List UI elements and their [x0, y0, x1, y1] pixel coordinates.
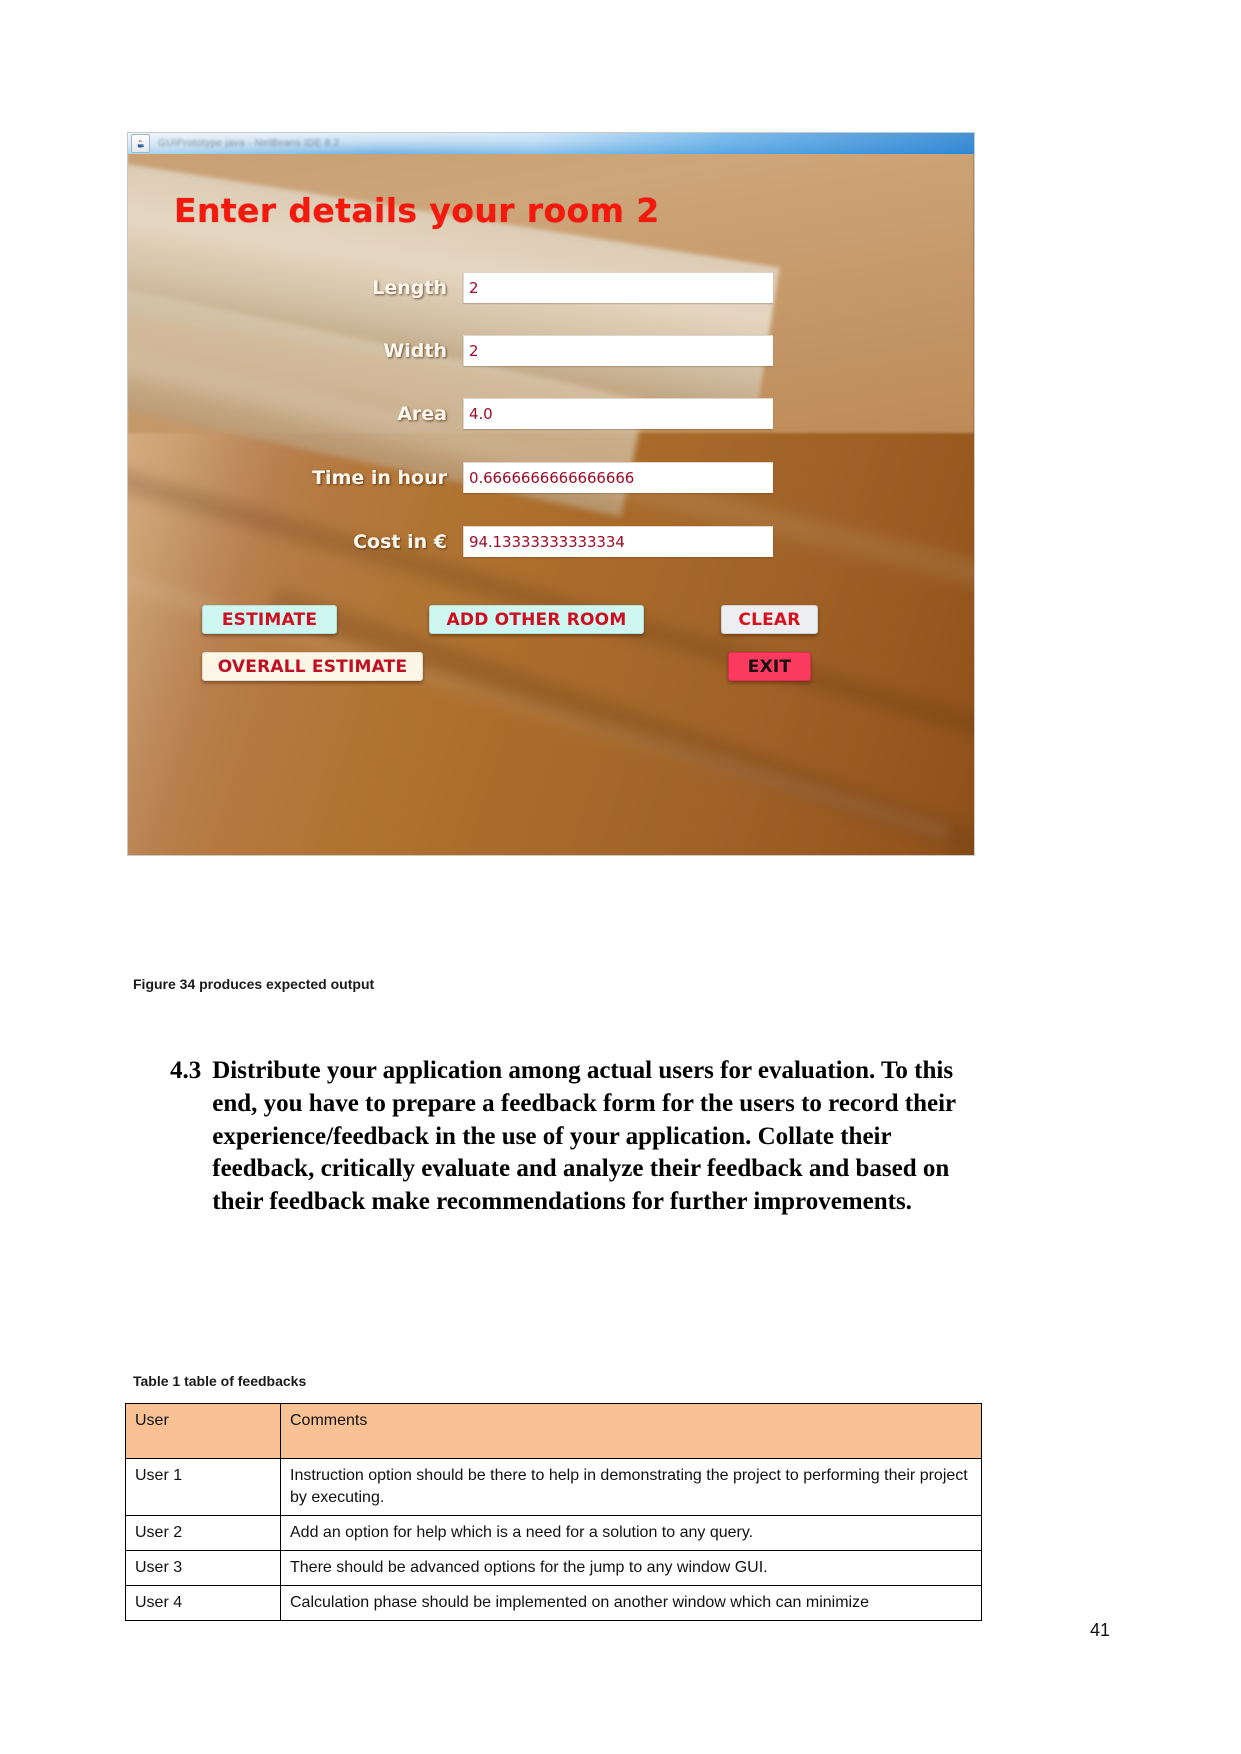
- section-4-3: 4.3 Distribute your application among ac…: [170, 1055, 980, 1219]
- form-row-width: Width 2: [158, 334, 773, 367]
- length-input[interactable]: 2: [463, 272, 773, 303]
- overall-estimate-button[interactable]: OVERALL ESTIMATE: [202, 652, 423, 681]
- table-row: User 1 Instruction option should be ther…: [125, 1457, 982, 1517]
- table-row: User 3 There should be advanced options …: [125, 1550, 982, 1587]
- clear-button[interactable]: CLEAR: [721, 605, 818, 634]
- field-label-cost-in-euro: Cost in €: [353, 530, 447, 553]
- cell-user: User 4: [125, 1585, 281, 1622]
- add-other-room-button[interactable]: ADD OTHER ROOM: [429, 605, 644, 634]
- figure-screenshot: GUIPrototype java - NetBeans IDE 8.2 Ent…: [128, 133, 974, 855]
- table-row: User 4 Calculation phase should be imple…: [125, 1585, 982, 1622]
- cell-comment: There should be advanced options for the…: [280, 1550, 982, 1587]
- section-number: 4.3: [170, 1057, 202, 1084]
- time-in-hour-input[interactable]: 0.6666666666666666: [463, 462, 773, 493]
- window-title: GUIPrototype java - NetBeans IDE 8.2: [158, 138, 340, 149]
- cell-comment: Instruction option should be there to he…: [280, 1457, 982, 1517]
- field-label-width: Width: [383, 339, 447, 362]
- page-number: 41: [1089, 1620, 1110, 1640]
- cell-comment: Calculation phase should be implemented …: [280, 1585, 982, 1622]
- form-row-time: Time in hour 0.6666666666666666: [158, 461, 773, 494]
- column-header-user: User: [125, 1403, 281, 1459]
- table-caption: Table 1 table of feedbacks: [133, 1373, 307, 1389]
- field-label-length: Length: [372, 276, 447, 299]
- column-header-comments: Comments: [280, 1403, 982, 1459]
- exit-button[interactable]: EXIT: [728, 652, 811, 681]
- figure-caption: Figure 34 produces expected output: [133, 976, 375, 992]
- field-label-time-in-hour: Time in hour: [312, 466, 447, 489]
- section-text: Distribute your application among actual…: [212, 1057, 956, 1215]
- width-input[interactable]: 2: [463, 335, 773, 366]
- form-row-area: Area 4.0: [158, 397, 773, 430]
- cost-in-euro-input[interactable]: 94.13333333333334: [463, 526, 773, 557]
- window-titlebar: GUIPrototype java - NetBeans IDE 8.2: [128, 133, 974, 154]
- cell-user: User 3: [125, 1550, 281, 1587]
- cell-user: User 2: [125, 1515, 281, 1552]
- estimate-button[interactable]: ESTIMATE: [202, 605, 337, 634]
- feedback-table: User Comments User 1 Instruction option …: [125, 1403, 982, 1622]
- cell-user: User 1: [125, 1457, 281, 1517]
- field-label-area: Area: [397, 402, 447, 425]
- java-cup-icon: [131, 134, 150, 153]
- table-row: User 2 Add an option for help which is a…: [125, 1515, 982, 1552]
- cell-comment: Add an option for help which is a need f…: [280, 1515, 982, 1552]
- form-row-length: Length 2: [158, 271, 773, 304]
- document-page: GUIPrototype java - NetBeans IDE 8.2 Ent…: [0, 0, 1241, 1754]
- app-heading: Enter details your room 2: [174, 191, 660, 230]
- area-input[interactable]: 4.0: [463, 398, 773, 429]
- table-header-row: User Comments: [125, 1403, 982, 1459]
- form-row-cost: Cost in € 94.13333333333334: [158, 525, 773, 558]
